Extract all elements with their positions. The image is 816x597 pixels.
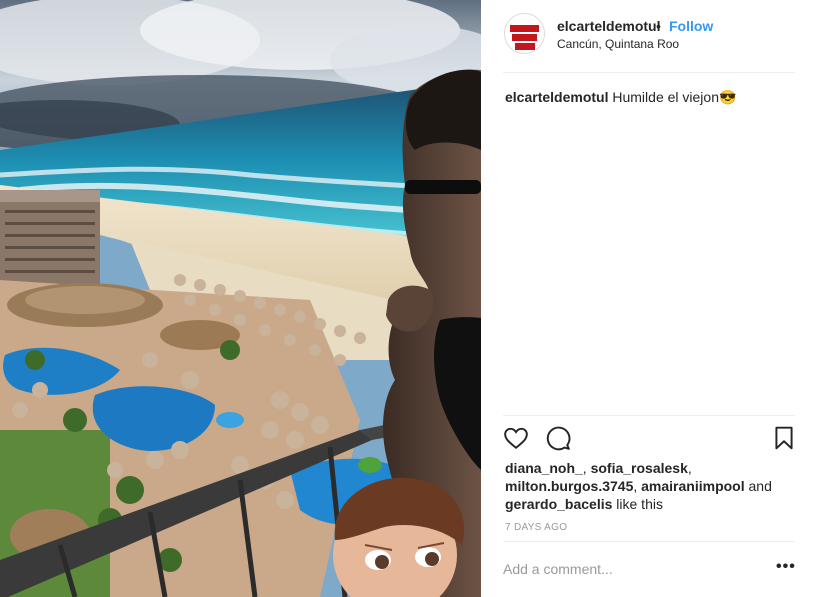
post-header: elcarteldemotul • Follow Cancún, Quintan…	[503, 12, 795, 72]
liker-link[interactable]: amairaniimpool	[641, 478, 744, 494]
likes-summary: diana_noh_, sofia_rosalesk, milton.burgo…	[505, 459, 795, 513]
likes-suffix: like this	[616, 496, 663, 512]
liker-link[interactable]: milton.burgos.3745	[505, 478, 633, 494]
avatar-logo-mark	[515, 43, 535, 50]
more-options-icon[interactable]: •••	[776, 558, 796, 576]
divider	[503, 541, 795, 542]
caption-text: Humilde el viejon😎	[612, 89, 737, 105]
follow-button[interactable]: Follow	[669, 18, 713, 34]
liker-link[interactable]: diana_noh_	[505, 460, 583, 476]
location-link[interactable]: Cancún, Quintana Roo	[557, 37, 679, 51]
caption: elcarteldemotul Humilde el viejon😎	[505, 88, 795, 106]
heart-icon[interactable]	[503, 425, 529, 451]
action-bar	[503, 425, 795, 453]
comma: ,	[582, 460, 587, 476]
avatar-logo-mark	[510, 25, 539, 32]
header-separator: •	[656, 18, 661, 34]
comma: ,	[687, 460, 692, 476]
bookmark-icon[interactable]	[771, 425, 797, 451]
likes-and: and	[748, 478, 772, 494]
divider	[503, 72, 795, 73]
caption-username-link[interactable]: elcarteldemotul	[505, 89, 608, 105]
avatar-logo-mark	[512, 34, 537, 41]
comment-icon[interactable]	[545, 425, 571, 451]
username-link[interactable]: elcarteldemotul	[557, 18, 660, 34]
post-side-panel: elcarteldemotul • Follow Cancún, Quintan…	[481, 0, 816, 597]
comment-input[interactable]	[503, 556, 768, 582]
divider	[503, 415, 795, 416]
liker-link[interactable]: gerardo_bacelis	[505, 496, 612, 512]
avatar[interactable]	[504, 13, 545, 54]
liker-link[interactable]: sofia_rosalesk	[591, 460, 688, 476]
post-photo[interactable]	[0, 0, 481, 597]
post-timestamp[interactable]: 7 DAYS AGO	[505, 522, 567, 533]
resort-beach-photo	[0, 0, 481, 597]
comma: ,	[633, 478, 638, 494]
